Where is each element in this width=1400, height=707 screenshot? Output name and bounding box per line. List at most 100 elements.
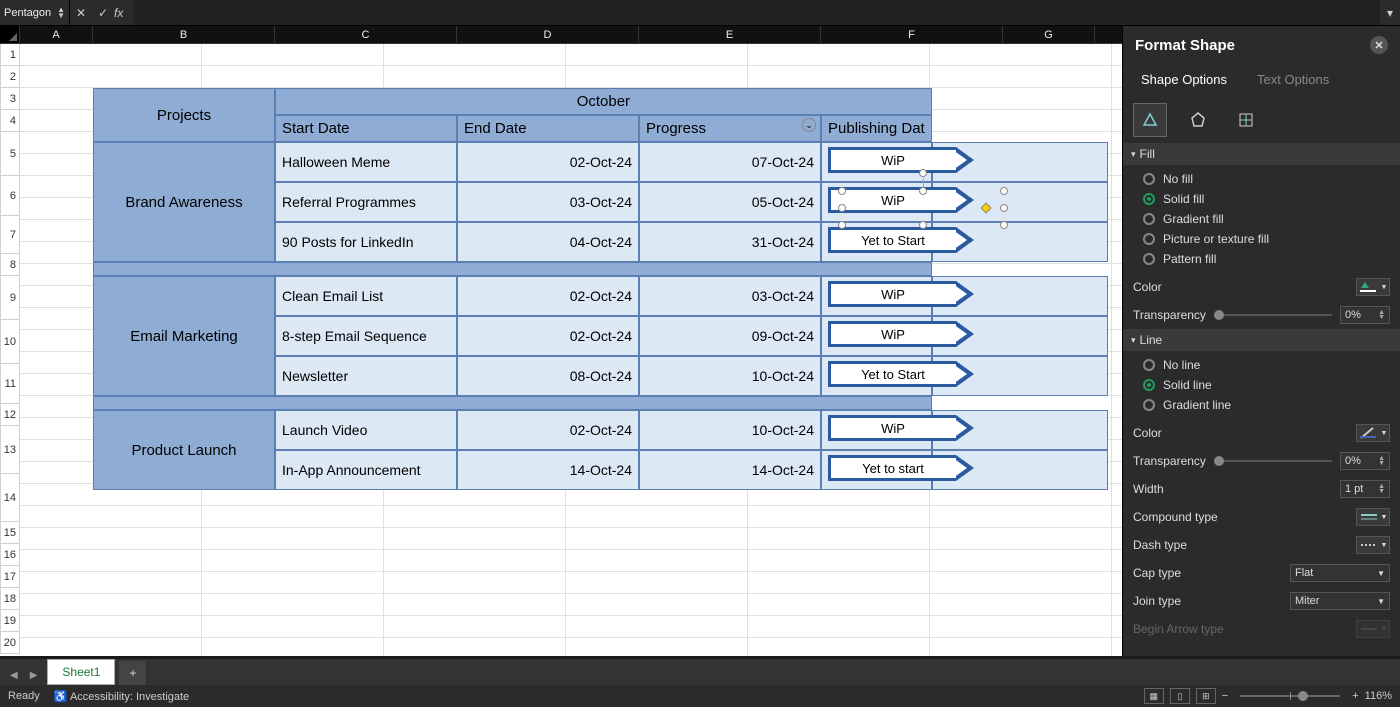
view-normal-icon[interactable]: ▦	[1144, 688, 1164, 704]
resize-handle[interactable]	[1000, 187, 1008, 195]
sheet-body[interactable]: Projects October Start Date End Date Pro…	[20, 44, 1122, 656]
fill-option[interactable]: Gradient fill	[1131, 209, 1392, 229]
cell-start[interactable]: 08-Oct-24	[457, 356, 639, 396]
fill-option[interactable]: No fill	[1131, 169, 1392, 189]
cell-end[interactable]: 10-Oct-24	[639, 410, 821, 450]
fill-option[interactable]: Picture or texture fill	[1131, 229, 1392, 249]
resize-handle[interactable]	[838, 221, 846, 229]
cell-task[interactable]: Halloween Meme	[275, 142, 457, 182]
row-header[interactable]: 18	[0, 588, 20, 610]
fill-transparency-slider[interactable]	[1214, 314, 1332, 316]
cell-progress[interactable]: WiP	[821, 316, 932, 356]
resize-handle[interactable]	[838, 204, 846, 212]
name-box-stepper[interactable]: ▲▼	[57, 7, 65, 19]
row-header[interactable]: 9	[0, 276, 20, 320]
accessibility-status[interactable]: ♿ Accessibility: Investigate	[54, 690, 189, 703]
progress-shape[interactable]: Yet to Start	[828, 227, 978, 253]
resize-handle[interactable]	[1000, 204, 1008, 212]
progress-shape[interactable]: Yet to Start	[828, 361, 978, 387]
col-header-B[interactable]: B	[93, 26, 275, 43]
sheet-tab-active[interactable]: Sheet1	[47, 659, 115, 685]
fill-section-header[interactable]: ▾Fill	[1123, 143, 1400, 165]
row-header[interactable]: 3	[0, 88, 20, 110]
row-header[interactable]: 1	[0, 44, 20, 66]
row-header[interactable]: 20	[0, 632, 20, 654]
size-properties-icon[interactable]	[1229, 103, 1263, 137]
row-header[interactable]: 16	[0, 544, 20, 566]
tab-text-options[interactable]: Text Options	[1257, 72, 1329, 87]
progress-shape[interactable]: Yet to start	[828, 455, 978, 481]
cell-task[interactable]: Clean Email List	[275, 276, 457, 316]
fx-label[interactable]: fx	[114, 6, 134, 20]
view-page-break-icon[interactable]: ⊞	[1196, 688, 1216, 704]
row-header[interactable]: 19	[0, 610, 20, 632]
progress-shape[interactable]: WiP	[828, 321, 978, 347]
cell-task[interactable]: Newsletter	[275, 356, 457, 396]
line-section-header[interactable]: ▾Line	[1123, 329, 1400, 351]
fill-color-swatch[interactable]: ▼	[1356, 278, 1390, 296]
row-header[interactable]: 6	[0, 176, 20, 216]
zoom-out-button[interactable]: −	[1222, 690, 1228, 702]
spreadsheet-grid[interactable]: ABCDEFG 1234567891011121314151617181920 …	[0, 26, 1122, 656]
row-header[interactable]: 4	[0, 110, 20, 132]
smart-tag-icon[interactable]: ⌄	[802, 118, 816, 132]
effects-icon[interactable]	[1181, 103, 1215, 137]
col-header-G[interactable]: G	[1003, 26, 1095, 43]
cell-end[interactable]: 31-Oct-24	[639, 222, 821, 262]
cell-progress[interactable]: WiP	[821, 410, 932, 450]
progress-shape[interactable]: WiP	[828, 415, 978, 441]
cell-task[interactable]: Referral Programmes	[275, 182, 457, 222]
col-header-D[interactable]: D	[457, 26, 639, 43]
cell-progress[interactable]: Yet to Start	[821, 222, 932, 262]
cell-progress[interactable]: WiP	[821, 276, 932, 316]
line-option[interactable]: Gradient line	[1131, 395, 1392, 415]
row-header[interactable]: 2	[0, 66, 20, 88]
expand-formula-bar-icon[interactable]: ▾	[1380, 6, 1400, 20]
cell-start[interactable]: 03-Oct-24	[457, 182, 639, 222]
cell-progress[interactable]: Yet to Start	[821, 356, 932, 396]
resize-handle[interactable]	[1000, 221, 1008, 229]
tab-shape-options[interactable]: Shape Options	[1141, 72, 1227, 87]
adjust-handle[interactable]	[980, 202, 991, 213]
resize-handle[interactable]	[919, 221, 927, 229]
col-header-C[interactable]: C	[275, 26, 457, 43]
cell-start[interactable]: 02-Oct-24	[457, 410, 639, 450]
cell-task[interactable]: Launch Video	[275, 410, 457, 450]
fill-option[interactable]: Pattern fill	[1131, 249, 1392, 269]
row-header[interactable]: 13	[0, 426, 20, 474]
cell-start[interactable]: 02-Oct-24	[457, 276, 639, 316]
resize-handle[interactable]	[838, 187, 846, 195]
sheet-nav-next-icon[interactable]: ▶	[26, 666, 42, 685]
cell-end[interactable]: 09-Oct-24	[639, 316, 821, 356]
cell-task[interactable]: 90 Posts for LinkedIn	[275, 222, 457, 262]
cancel-formula-icon[interactable]: ✕	[70, 6, 92, 20]
col-header-A[interactable]: A	[20, 26, 93, 43]
resize-handle[interactable]	[919, 187, 927, 195]
col-header-E[interactable]: E	[639, 26, 821, 43]
fill-option[interactable]: Solid fill	[1131, 189, 1392, 209]
zoom-level[interactable]: 116%	[1365, 690, 1392, 702]
compound-type-select[interactable]: ▼	[1356, 508, 1390, 526]
cell-task[interactable]: In-App Announcement	[275, 450, 457, 490]
zoom-slider[interactable]	[1240, 695, 1340, 697]
zoom-in-button[interactable]: +	[1352, 690, 1358, 702]
line-width-input[interactable]: 1 pt▲▼	[1340, 480, 1390, 498]
formula-input[interactable]	[134, 0, 1380, 25]
rotate-handle[interactable]	[919, 169, 927, 177]
line-transparency-slider[interactable]	[1214, 460, 1332, 462]
cell-end[interactable]: 05-Oct-24	[639, 182, 821, 222]
col-header-F[interactable]: F	[821, 26, 1003, 43]
line-transparency-input[interactable]: 0%▲▼	[1340, 452, 1390, 470]
row-header[interactable]: 5	[0, 132, 20, 176]
fill-line-icon[interactable]	[1133, 103, 1167, 137]
row-header[interactable]: 12	[0, 404, 20, 426]
cell-start[interactable]: 02-Oct-24	[457, 142, 639, 182]
cell-end[interactable]: 07-Oct-24	[639, 142, 821, 182]
fill-transparency-input[interactable]: 0%▲▼	[1340, 306, 1390, 324]
row-header[interactable]: 10	[0, 320, 20, 364]
cap-type-select[interactable]: Flat▼	[1290, 564, 1390, 582]
progress-shape[interactable]: WiP	[828, 147, 978, 173]
progress-shape[interactable]: WiP	[828, 281, 978, 307]
cell-end[interactable]: 14-Oct-24	[639, 450, 821, 490]
row-header[interactable]: 7	[0, 216, 20, 254]
